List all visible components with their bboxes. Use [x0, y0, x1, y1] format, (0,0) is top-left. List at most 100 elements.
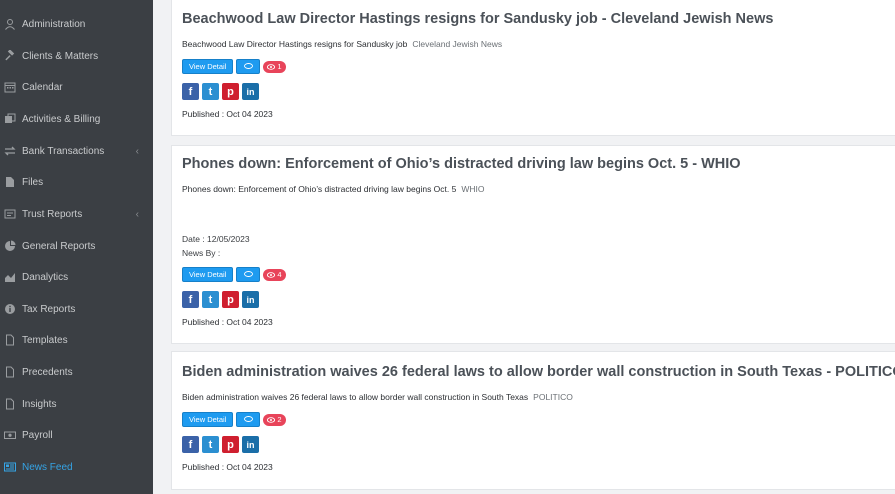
- sidebar-item-clients-matters[interactable]: Clients & Matters: [0, 45, 153, 67]
- news-source: WHIO: [461, 184, 485, 194]
- news-card: Phones down: Enforcement of Ohio’s distr…: [171, 145, 895, 344]
- published-date: Published : Oct 04 2023: [182, 462, 273, 472]
- news-actions: View Detail 4: [182, 267, 286, 282]
- sidebar-item-label: Clients & Matters: [22, 50, 99, 62]
- area-chart-icon: [4, 271, 16, 283]
- published-date: Published : Oct 04 2023: [182, 317, 273, 327]
- sidebar-item-label: Calendar: [22, 81, 63, 93]
- sidebar: Administration Clients & Matters Calenda…: [0, 0, 153, 494]
- news-card: Biden administration waives 26 federal l…: [171, 351, 895, 490]
- sidebar-item-bank-transactions[interactable]: Bank Transactions ‹: [0, 140, 153, 162]
- calendar-icon: [4, 81, 16, 93]
- twitter-icon[interactable]: t: [202, 291, 219, 308]
- sidebar-item-payroll[interactable]: Payroll: [0, 424, 153, 446]
- linkedin-icon[interactable]: in: [242, 83, 259, 100]
- views-badge[interactable]: 1: [263, 60, 286, 73]
- pie-chart-icon: [4, 240, 16, 252]
- eye-icon: [267, 416, 276, 423]
- facebook-icon[interactable]: f: [182, 83, 199, 100]
- view-detail-button[interactable]: View Detail: [182, 267, 234, 282]
- transfer-icon: [4, 145, 16, 157]
- sidebar-item-label: News Feed: [22, 461, 73, 473]
- eye-icon: [267, 63, 276, 70]
- views-count: 1: [277, 62, 282, 71]
- files-icon: [4, 176, 16, 188]
- document-icon: [4, 366, 16, 378]
- sidebar-item-calendar[interactable]: Calendar: [0, 76, 153, 98]
- comment-button[interactable]: [236, 59, 261, 74]
- gavel-icon: [4, 50, 16, 62]
- social-share: f t p in: [182, 436, 259, 453]
- info-icon: [4, 303, 16, 315]
- twitter-icon[interactable]: t: [202, 83, 219, 100]
- comment-button[interactable]: [236, 412, 261, 427]
- chevron-left-icon: ‹: [135, 208, 139, 220]
- view-detail-button[interactable]: View Detail: [182, 412, 234, 427]
- news-actions: View Detail 2: [182, 412, 286, 427]
- sidebar-item-label: Templates: [22, 334, 68, 346]
- comment-button[interactable]: [236, 267, 261, 282]
- user-icon: [4, 18, 16, 30]
- linkedin-icon[interactable]: in: [242, 291, 259, 308]
- views-badge[interactable]: 4: [263, 268, 286, 281]
- news-summary: Phones down: Enforcement of Ohio’s distr…: [182, 184, 485, 194]
- comment-icon: [243, 271, 253, 277]
- sidebar-item-news-feed[interactable]: News Feed: [0, 456, 153, 478]
- money-icon: [4, 429, 16, 441]
- eye-icon: [267, 271, 276, 278]
- news-source: POLITICO: [533, 392, 573, 402]
- sidebar-item-label: Trust Reports: [22, 208, 83, 220]
- newspaper-icon: [4, 461, 16, 473]
- news-title[interactable]: Beachwood Law Director Hastings resigns …: [182, 11, 773, 27]
- sidebar-item-label: Payroll: [22, 429, 53, 441]
- document-icon: [4, 398, 16, 410]
- views-count: 2: [277, 415, 282, 424]
- comment-icon: [243, 416, 253, 422]
- activities-icon: [4, 113, 16, 125]
- sidebar-item-activities-billing[interactable]: Activities & Billing: [0, 108, 153, 130]
- facebook-icon[interactable]: f: [182, 436, 199, 453]
- sidebar-item-label: Danalytics: [22, 271, 69, 283]
- sidebar-item-precedents[interactable]: Precedents: [0, 361, 153, 383]
- social-share: f t p in: [182, 291, 259, 308]
- views-badge[interactable]: 2: [263, 413, 286, 426]
- twitter-icon[interactable]: t: [202, 436, 219, 453]
- linkedin-icon[interactable]: in: [242, 436, 259, 453]
- news-title[interactable]: Biden administration waives 26 federal l…: [182, 364, 895, 380]
- news-feed-main: Beachwood Law Director Hastings resigns …: [153, 0, 895, 494]
- sidebar-item-danalytics[interactable]: Danalytics: [0, 266, 153, 288]
- pinterest-icon[interactable]: p: [222, 436, 239, 453]
- news-card: Beachwood Law Director Hastings resigns …: [171, 0, 895, 136]
- news-summary: Biden administration waives 26 federal l…: [182, 392, 573, 402]
- sidebar-item-general-reports[interactable]: General Reports: [0, 235, 153, 257]
- sidebar-item-templates[interactable]: Templates: [0, 329, 153, 351]
- news-date: Date : 12/05/2023: [182, 234, 250, 244]
- facebook-icon[interactable]: f: [182, 291, 199, 308]
- sidebar-item-label: Insights: [22, 398, 57, 410]
- pinterest-icon[interactable]: p: [222, 83, 239, 100]
- chevron-left-icon: ‹: [135, 145, 139, 157]
- sidebar-item-label: Bank Transactions: [22, 145, 105, 157]
- sidebar-item-administration[interactable]: Administration: [0, 13, 153, 35]
- document-icon: [4, 334, 16, 346]
- view-detail-button[interactable]: View Detail: [182, 59, 234, 74]
- sidebar-item-label: Precedents: [22, 366, 73, 378]
- sidebar-item-insights[interactable]: Insights: [0, 393, 153, 415]
- sidebar-item-files[interactable]: Files: [0, 171, 153, 193]
- news-source: Cleveland Jewish News: [412, 39, 503, 49]
- pinterest-icon[interactable]: p: [222, 291, 239, 308]
- sidebar-item-label: Administration: [22, 18, 86, 30]
- news-actions: View Detail 1: [182, 59, 286, 74]
- sidebar-item-label: General Reports: [22, 240, 96, 252]
- news-summary-text: Phones down: Enforcement of Ohio’s distr…: [182, 184, 457, 194]
- news-summary-text: Beachwood Law Director Hastings resigns …: [182, 39, 408, 49]
- news-title[interactable]: Phones down: Enforcement of Ohio’s distr…: [182, 156, 741, 172]
- published-date: Published : Oct 04 2023: [182, 109, 273, 119]
- social-share: f t p in: [182, 83, 259, 100]
- news-summary-text: Biden administration waives 26 federal l…: [182, 392, 529, 402]
- sidebar-item-label: Tax Reports: [22, 303, 76, 315]
- sidebar-item-label: Files: [22, 176, 44, 188]
- sidebar-item-tax-reports[interactable]: Tax Reports: [0, 298, 153, 320]
- news-by: News By :: [182, 248, 221, 258]
- sidebar-item-trust-reports[interactable]: Trust Reports ‹: [0, 203, 153, 225]
